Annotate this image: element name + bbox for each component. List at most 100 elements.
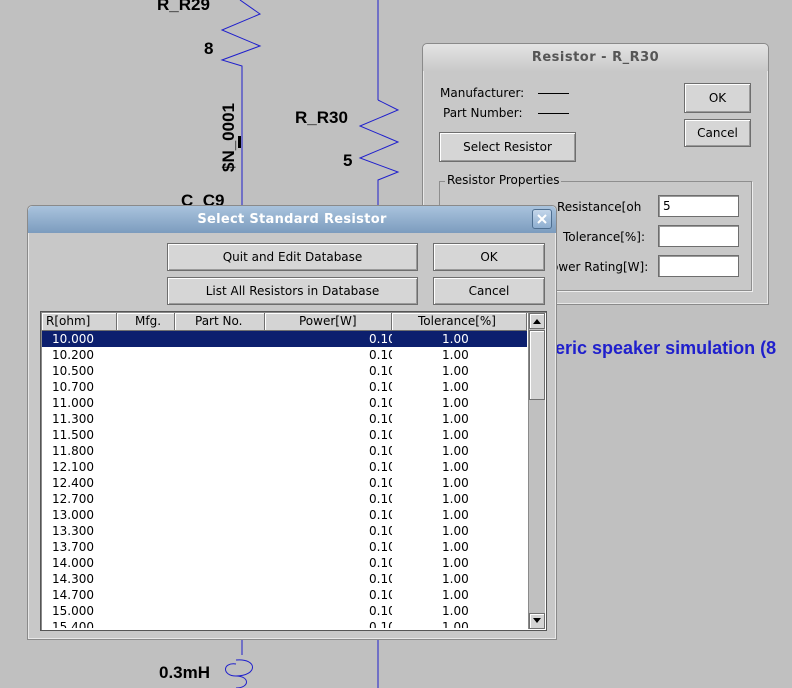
resistance-input[interactable] [658,195,739,217]
cell-tolerance: 1.00 [442,540,469,554]
cell-tolerance: 1.00 [442,620,469,628]
r29-name-label: R_R29 [157,0,210,14]
column-header-r-ohm[interactable]: R[ohm] [42,313,117,331]
cell-r-ohm: 10.000 [52,332,94,346]
scroll-up-button[interactable] [529,313,545,329]
close-button[interactable] [532,209,552,229]
close-icon [537,214,547,224]
cell-power: 0.100 [369,620,392,628]
cell-part-no [175,443,265,459]
column-header-part-no[interactable]: Part No. [175,313,265,331]
column-header-tolerance[interactable]: Tolerance[%] [392,313,527,331]
cell-tolerance: 1.00 [442,380,469,394]
vertical-scrollbar[interactable] [528,313,545,629]
cell-power: 0.100 [369,588,392,602]
select-dialog-titlebar[interactable]: Select Standard Resistor [28,206,556,233]
scrollbar-thumb[interactable] [529,330,545,400]
cell-power: 0.100 [369,556,392,570]
cell-power: 0.100 [369,332,392,346]
tolerance-input[interactable] [658,225,739,247]
cell-mfg [117,475,175,491]
cell-r-ohm: 11.800 [52,444,94,458]
cell-mfg [117,411,175,427]
table-row[interactable]: 11.000 0.100 1.00 [42,395,527,411]
cell-part-no [175,459,265,475]
scroll-down-button[interactable] [529,613,545,629]
table-row[interactable]: 12.700 0.100 1.00 [42,491,527,507]
cell-r-ohm: 11.300 [52,412,94,426]
cell-power: 0.100 [369,428,392,442]
cell-part-no [175,395,265,411]
cell-r-ohm: 11.000 [52,396,94,410]
cell-mfg [117,363,175,379]
table-row[interactable]: 12.100 0.100 1.00 [42,459,527,475]
table-row[interactable]: 14.300 0.100 1.00 [42,571,527,587]
cell-mfg [117,427,175,443]
select-cancel-button[interactable]: Cancel [433,277,545,305]
resistor-table: R[ohm] Mfg. Part No. Power[W] Tolerance[… [40,311,547,631]
cell-tolerance: 1.00 [442,556,469,570]
table-row[interactable]: 10.700 0.100 1.00 [42,379,527,395]
table-row[interactable]: 14.000 0.100 1.00 [42,555,527,571]
cell-r-ohm: 14.000 [52,556,94,570]
cell-power: 0.100 [369,572,392,586]
cell-power: 0.100 [369,524,392,538]
cell-r-ohm: 10.200 [52,348,94,362]
cell-mfg [117,587,175,603]
resistor-cancel-button[interactable]: Cancel [684,119,751,147]
simulation-title: eric speaker simulation (8 [555,338,777,358]
table-row[interactable]: 10.500 0.100 1.00 [42,363,527,379]
cell-mfg [117,507,175,523]
r29-value-label: 8 [204,39,214,58]
list-all-resistors-button[interactable]: List All Resistors in Database [167,277,418,305]
power-rating-input[interactable] [658,255,739,277]
cell-r-ohm: 14.700 [52,588,94,602]
quit-edit-database-button[interactable]: Quit and Edit Database [167,243,418,271]
cell-r-ohm: 12.400 [52,476,94,490]
net-label: $N_0001 [219,102,238,172]
cell-power: 0.100 [369,444,392,458]
resistor-ok-button[interactable]: OK [684,83,751,113]
cell-tolerance: 1.00 [442,428,469,442]
table-row[interactable]: 15.400 0.100 1.00 [42,619,527,628]
cell-part-no [175,347,265,363]
cell-power: 0.100 [369,492,392,506]
table-row[interactable]: 12.400 0.100 1.00 [42,475,527,491]
column-header-power[interactable]: Power[W] [265,313,392,331]
table-row[interactable]: 15.000 0.100 1.00 [42,603,527,619]
resistor-dialog-title: Resistor - R_R30 [531,50,660,65]
cell-tolerance: 1.00 [442,460,469,474]
cell-part-no [175,427,265,443]
table-row[interactable]: 11.800 0.100 1.00 [42,443,527,459]
resistor-dialog-titlebar[interactable]: Resistor - R_R30 [423,44,768,71]
arrow-down-icon [533,618,541,623]
cell-r-ohm: 15.000 [52,604,94,618]
select-ok-button[interactable]: OK [433,243,545,271]
cell-part-no [175,587,265,603]
table-row[interactable]: 13.000 0.100 1.00 [42,507,527,523]
cell-r-ohm: 14.300 [52,572,94,586]
table-row[interactable]: 10.200 0.100 1.00 [42,347,527,363]
cell-mfg [117,443,175,459]
cell-tolerance: 1.00 [442,364,469,378]
table-row[interactable]: 10.000 0.100 1.00 [42,331,527,347]
cell-tolerance: 1.00 [442,604,469,618]
power-rating-label: ower Rating[W]: [551,260,649,274]
column-header-mfg[interactable]: Mfg. [117,313,175,331]
cell-mfg [117,523,175,539]
table-row[interactable]: 11.300 0.100 1.00 [42,411,527,427]
table-row[interactable]: 13.300 0.100 1.00 [42,523,527,539]
cell-mfg [117,347,175,363]
table-row[interactable]: 14.700 0.100 1.00 [42,587,527,603]
cell-part-no [175,507,265,523]
part-number-label: Part Number: [443,106,523,120]
table-row[interactable]: 11.500 0.100 1.00 [42,427,527,443]
manufacturer-label: Manufacturer: [440,86,525,100]
cell-power: 0.100 [369,540,392,554]
cell-tolerance: 1.00 [442,476,469,490]
select-resistor-button[interactable]: Select Resistor [439,132,576,162]
cell-tolerance: 1.00 [442,396,469,410]
arrow-up-icon [533,319,541,324]
cell-r-ohm: 10.500 [52,364,94,378]
table-row[interactable]: 13.700 0.100 1.00 [42,539,527,555]
